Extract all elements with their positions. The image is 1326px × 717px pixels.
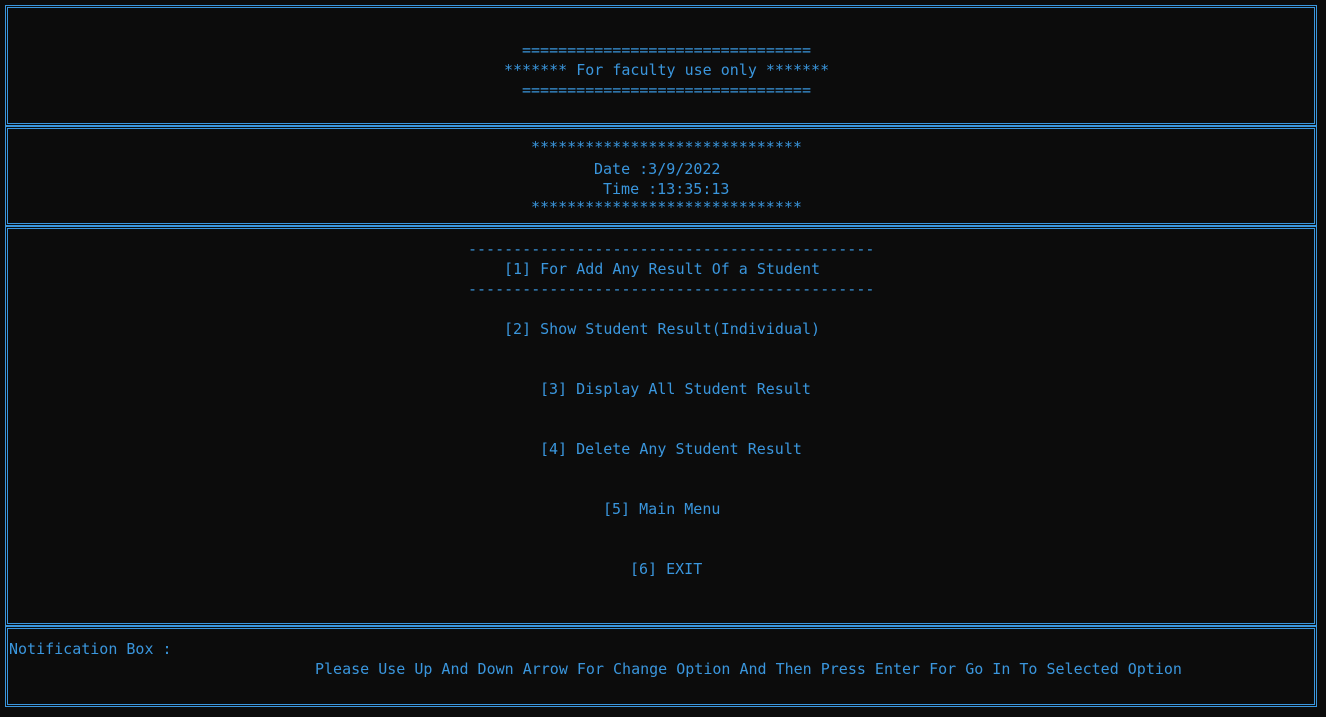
notification-message: Please Use Up And Down Arrow For Change … [315,660,1182,678]
notification-panel: Notification Box : Please Use Up And Dow… [5,626,1317,707]
header-panel: ================================ *******… [5,5,1317,126]
page-title: ******* For faculty use only ******* [504,61,830,79]
datetime-panel: ****************************** Date :3/9… [5,126,1317,226]
notification-label: Notification Box : [9,640,172,658]
menu-item-main-menu[interactable]: [5] Main Menu [603,499,720,519]
datetime-stars-top: ****************************** [531,138,802,156]
time-label: Time :13:35:13 [603,180,730,198]
menu-item-exit[interactable]: [6] EXIT [630,559,702,579]
menu-item-delete-result[interactable]: [4] Delete Any Student Result [540,439,802,459]
datetime-stars-bottom: ****************************** [531,198,802,216]
header-rule-bottom: ================================ [522,81,811,99]
menu-item-display-all[interactable]: [3] Display All Student Result [540,379,811,399]
menu-item-show-result[interactable]: [2] Show Student Result(Individual) [504,319,820,339]
menu-panel: ----------------------------------------… [5,226,1317,626]
date-label: Date :3/9/2022 [594,160,721,178]
header-rule-top: ================================ [522,41,811,59]
selection-rule-top: ----------------------------------------… [468,240,875,258]
menu-item-add-result[interactable]: [1] For Add Any Result Of a Student [504,259,820,279]
selection-rule-bottom: ----------------------------------------… [468,280,875,298]
